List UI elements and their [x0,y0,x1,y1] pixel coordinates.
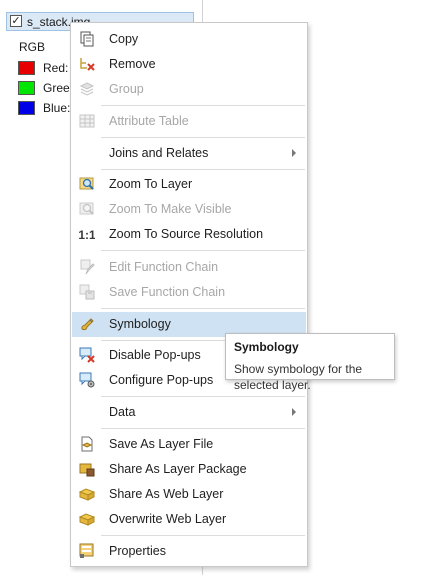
layer-file-icon [81,436,93,452]
menu-item-group[interactable]: Group [72,77,306,102]
menu-item-label: Zoom To Make Visible [109,202,232,216]
layer-context-menu: Copy Remove Group Attribute Table Joins … [70,22,308,567]
disable-popups-icon [79,347,95,363]
menu-item-share-as-web-layer[interactable]: Share As Web Layer [72,482,306,507]
symbology-icon [81,318,94,331]
copy-icon [80,31,94,47]
menu-item-label: Save Function Chain [109,285,226,299]
menu-item-overwrite-web-layer[interactable]: Overwrite Web Layer [72,507,306,532]
menu-separator [101,396,305,397]
remove-icon [80,58,95,71]
green-swatch[interactable] [18,81,35,95]
menu-separator [101,428,305,429]
menu-item-label: Copy [109,32,139,46]
menu-separator [101,535,305,536]
layer-package-icon [79,463,95,477]
menu-item-zoom-to-source-resolution[interactable]: 1:1 Zoom To Source Resolution [72,222,306,247]
menu-separator [101,105,305,106]
configure-popups-icon [79,372,95,388]
menu-separator [101,308,305,309]
menu-item-label: Properties [109,544,166,558]
band-label: Gree [43,81,70,95]
menu-item-label: Zoom To Layer [109,177,193,191]
menu-item-label: Group [109,82,144,96]
menu-item-share-as-layer-package[interactable]: Share As Layer Package [72,457,306,482]
zoom-visible-icon [79,202,94,215]
menu-item-remove[interactable]: Remove [72,52,306,77]
one-to-one-icon-text: 1:1 [79,228,95,242]
menu-separator [101,137,305,138]
menu-item-copy[interactable]: Copy [72,27,306,52]
menu-item-label: Data [109,405,136,419]
menu-item-label: Overwrite Web Layer [109,512,227,526]
menu-item-label: Configure Pop-ups [109,373,214,387]
menu-item-edit-function-chain[interactable]: Edit Function Chain [72,255,306,280]
menu-item-save-as-layer-file[interactable]: Save As Layer File [72,432,306,457]
overwrite-web-layer-icon [79,513,95,526]
blue-swatch[interactable] [18,101,35,115]
edit-function-icon [80,259,95,275]
menu-item-attribute-table[interactable]: Attribute Table [72,109,306,134]
menu-item-label: Zoom To Source Resolution [109,227,264,241]
menu-item-joins-and-relates[interactable]: Joins and Relates [72,141,306,166]
submenu-arrow-icon [292,408,296,416]
menu-item-label: Remove [109,57,156,71]
menu-separator [101,169,305,170]
table-icon [79,114,95,128]
band-label: Blue: [43,101,71,115]
menu-item-data[interactable]: Data [72,400,306,425]
web-layer-icon [79,488,95,501]
symbology-tooltip: Symbology Show symbology for the selecte… [225,333,395,392]
submenu-arrow-icon [292,149,296,157]
menu-item-label: Disable Pop-ups [109,348,201,362]
menu-item-label: Symbology [109,317,171,331]
group-icon [79,82,95,96]
menu-separator [101,250,305,251]
band-label: Red: [43,61,69,75]
menu-item-label: Edit Function Chain [109,260,219,274]
menu-item-label: Attribute Table [109,114,189,128]
menu-item-properties[interactable]: Properties [72,539,306,564]
menu-item-label: Share As Web Layer [109,487,224,501]
menu-item-zoom-to-layer[interactable]: Zoom To Layer [72,172,306,197]
renderer-heading: RGB [19,40,46,54]
menu-item-label: Save As Layer File [109,437,214,451]
tooltip-title: Symbology [234,340,299,354]
zoom-to-layer-icon [79,177,94,190]
properties-icon [79,543,94,558]
menu-item-save-function-chain[interactable]: Save Function Chain [72,280,306,305]
menu-item-zoom-to-make-visible[interactable]: Zoom To Make Visible [72,197,306,222]
menu-item-label: Joins and Relates [109,146,209,160]
save-function-icon [79,284,95,300]
one-to-one-icon: 1:1 [79,228,95,242]
menu-item-label: Share As Layer Package [109,462,247,476]
tooltip-description: Show symbology for the selected layer. [234,362,363,392]
layer-visibility-checkbox[interactable]: ✓ [10,15,22,27]
red-swatch[interactable] [18,61,35,75]
